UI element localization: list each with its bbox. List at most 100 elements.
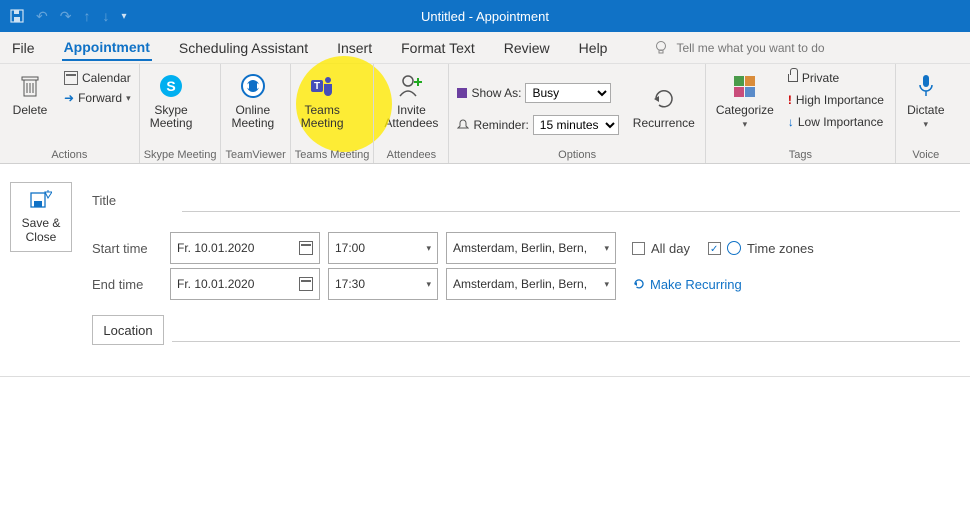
calendar-label: Calendar	[82, 71, 131, 85]
tab-review[interactable]: Review	[502, 36, 552, 60]
show-as-select[interactable]: Busy	[525, 83, 611, 103]
chevron-down-icon: ▾	[426, 243, 431, 254]
high-importance-button[interactable]: ! High Importance	[786, 92, 886, 108]
recurrence-icon	[651, 83, 677, 115]
tab-help[interactable]: Help	[577, 36, 610, 60]
dictate-label: Dictate	[907, 103, 944, 117]
categorize-label: Categorize	[716, 103, 774, 117]
end-time-value: 17:30	[335, 277, 365, 291]
tab-insert[interactable]: Insert	[335, 36, 374, 60]
qat-customize-icon[interactable]: ▾	[121, 11, 126, 22]
end-date-picker[interactable]: Fr. 10.01.2020	[170, 268, 320, 300]
reminder-row: Reminder: 15 minutes	[455, 114, 620, 136]
show-as-label: Show As:	[471, 86, 521, 100]
svg-text:T: T	[314, 81, 320, 92]
chevron-down-icon: ▾	[743, 119, 748, 129]
next-item-icon[interactable]: ↓	[102, 8, 109, 24]
group-options: Show As: Busy Reminder: 15 minutes	[449, 64, 705, 163]
all-day-checkbox[interactable]	[632, 242, 645, 255]
group-label-actions: Actions	[4, 147, 135, 163]
end-time-picker[interactable]: 17:30 ▾	[328, 268, 438, 300]
end-timezone-picker[interactable]: Amsterdam, Berlin, Bern, ▾	[446, 268, 616, 300]
online-meeting-label: Online Meeting	[231, 104, 274, 130]
redo-icon[interactable]: ↷	[60, 8, 72, 25]
reminder-select[interactable]: 15 minutes	[533, 115, 619, 135]
location-button[interactable]: Location	[92, 315, 164, 345]
start-date-picker[interactable]: Fr. 10.01.2020	[170, 232, 320, 264]
make-recurring-label: Make Recurring	[650, 277, 742, 292]
microphone-icon	[916, 70, 936, 102]
title-input[interactable]	[182, 188, 960, 212]
start-time-label: Start time	[92, 241, 162, 256]
calendar-icon	[299, 277, 313, 291]
online-meeting-button[interactable]: Online Meeting	[225, 66, 280, 134]
delete-label: Delete	[13, 104, 48, 117]
appointment-form: Save & Close Title Start time Fr. 10.01.…	[0, 164, 970, 366]
group-label-attendees: Attendees	[378, 147, 444, 163]
start-timezone-picker[interactable]: Amsterdam, Berlin, Bern, ▾	[446, 232, 616, 264]
group-label-skype: Skype Meeting	[144, 147, 217, 163]
tab-format-text[interactable]: Format Text	[399, 36, 477, 60]
calendar-icon	[64, 71, 78, 85]
end-timezone-value: Amsterdam, Berlin, Bern,	[453, 277, 587, 291]
tab-appointment[interactable]: Appointment	[62, 35, 152, 61]
invite-label: Invite Attendees	[384, 104, 438, 130]
chevron-down-icon: ▾	[604, 279, 609, 290]
recurrence-button[interactable]: Recurrence	[627, 79, 701, 134]
private-button[interactable]: Private	[786, 70, 886, 86]
delete-button[interactable]: Delete	[4, 66, 56, 121]
end-date-value: Fr. 10.01.2020	[177, 277, 254, 291]
high-importance-label: High Importance	[796, 93, 884, 107]
categorize-icon	[734, 70, 755, 102]
group-teamviewer: Online Meeting TeamViewer	[221, 64, 290, 163]
recurrence-small-icon	[632, 277, 646, 291]
tab-scheduling-assistant[interactable]: Scheduling Assistant	[177, 36, 310, 60]
save-close-button[interactable]: Save & Close	[10, 182, 72, 252]
tab-file[interactable]: File	[10, 36, 37, 60]
window-title: Untitled - Appointment	[0, 9, 970, 24]
recurrence-label: Recurrence	[633, 117, 695, 130]
group-label-teams: Teams Meeting	[295, 147, 370, 163]
end-time-label: End time	[92, 277, 162, 292]
save-close-icon	[30, 190, 52, 210]
quick-access-toolbar: ↶ ↷ ↑ ↓ ▾	[0, 8, 127, 25]
svg-text:S: S	[166, 78, 175, 94]
timezones-checkbox[interactable]	[708, 242, 721, 255]
calendar-button[interactable]: Calendar	[62, 70, 133, 86]
chevron-down-icon: ▾	[604, 243, 609, 254]
save-icon[interactable]	[10, 9, 24, 23]
group-voice: Dictate▾ Voice	[896, 64, 956, 163]
private-label: Private	[802, 71, 839, 85]
lock-icon	[788, 74, 798, 82]
forward-button[interactable]: ➜ Forward ▾	[62, 90, 133, 106]
invite-attendees-button[interactable]: Invite Attendees	[378, 66, 444, 134]
group-teams-meeting: T Teams Meeting Teams Meeting	[291, 64, 375, 163]
globe-icon	[727, 241, 741, 255]
tell-me-search[interactable]: Tell me what you want to do	[654, 40, 824, 56]
low-importance-label: Low Importance	[798, 115, 883, 129]
start-time-picker[interactable]: 17:00 ▾	[328, 232, 438, 264]
forward-icon: ➜	[64, 91, 74, 105]
teams-meeting-button[interactable]: T Teams Meeting	[295, 66, 350, 134]
chevron-down-icon: ▾	[924, 119, 929, 129]
teamviewer-icon	[239, 70, 267, 102]
tell-me-placeholder: Tell me what you want to do	[676, 41, 824, 55]
show-as-row: Show As: Busy	[455, 82, 620, 104]
location-input[interactable]	[172, 318, 960, 342]
forward-label: Forward	[78, 91, 122, 105]
undo-icon[interactable]: ↶	[36, 8, 48, 25]
group-actions: Delete Calendar ➜ Forward ▾ Actions	[0, 64, 140, 163]
dictate-button[interactable]: Dictate ▾	[900, 66, 952, 135]
categorize-button[interactable]: Categorize ▾	[710, 66, 780, 135]
skype-meeting-button[interactable]: S Skype Meeting	[144, 66, 199, 134]
group-label-teamviewer: TeamViewer	[225, 147, 285, 163]
make-recurring-button[interactable]: Make Recurring	[632, 277, 742, 292]
calendar-icon	[299, 241, 313, 255]
skype-icon: S	[157, 70, 185, 102]
chevron-down-icon: ▾	[126, 93, 131, 104]
prev-item-icon[interactable]: ↑	[83, 8, 90, 24]
group-skype-meeting: S Skype Meeting Skype Meeting	[140, 64, 222, 163]
location-label: Location	[103, 323, 152, 338]
all-day-label: All day	[651, 241, 690, 256]
low-importance-button[interactable]: ↓ Low Importance	[786, 114, 886, 130]
